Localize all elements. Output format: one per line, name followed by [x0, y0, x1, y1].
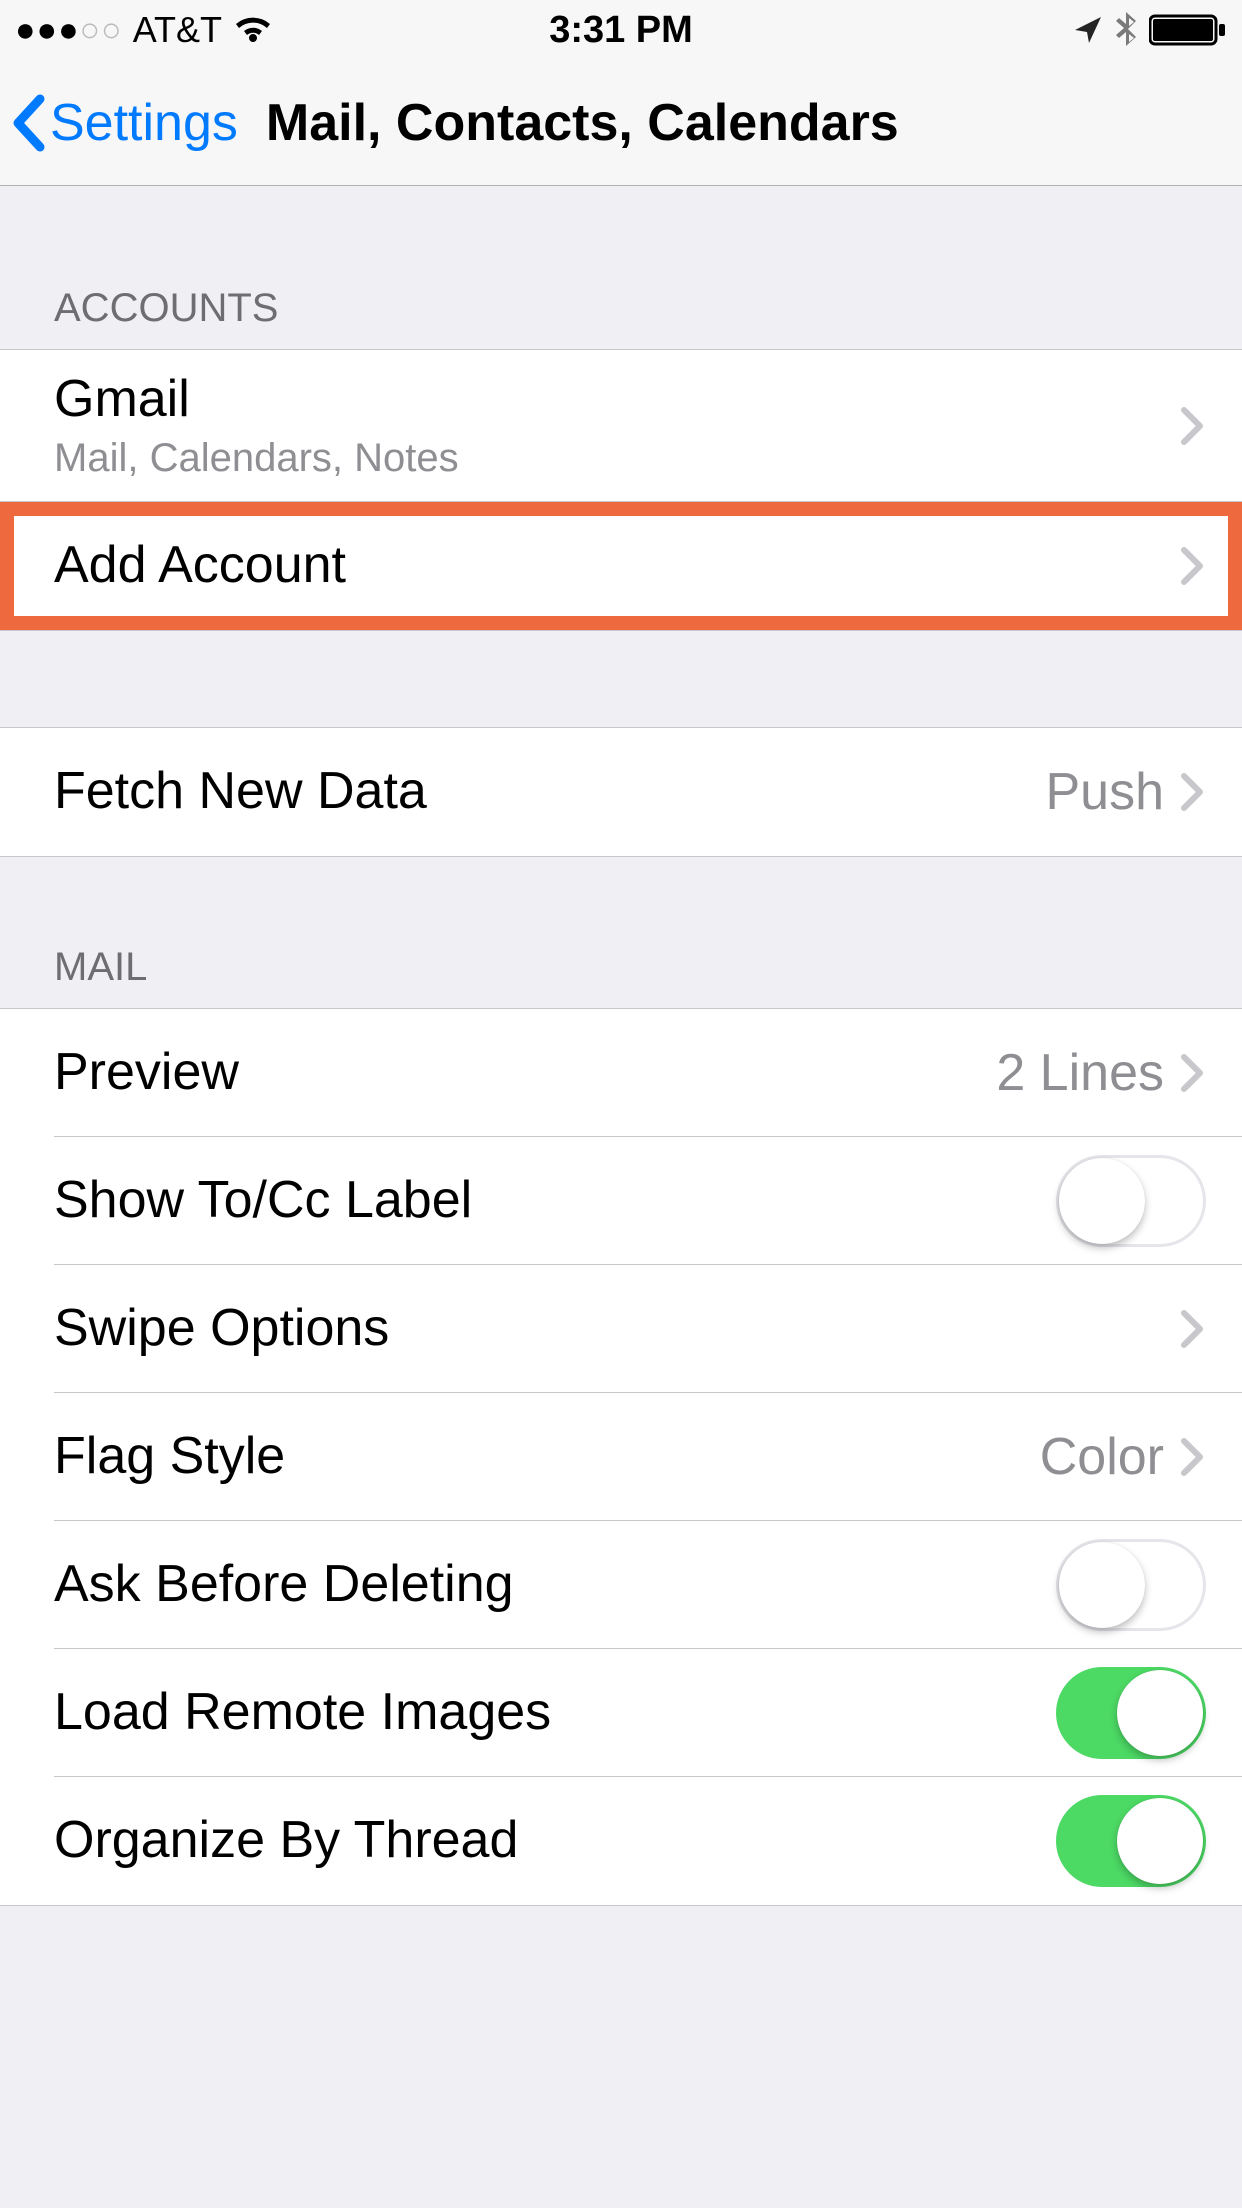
load-remote-images-toggle[interactable] [1056, 1667, 1206, 1759]
battery-icon [1149, 13, 1227, 47]
back-button[interactable]: Settings [8, 91, 238, 155]
swipe-options-label: Swipe Options [54, 1299, 1178, 1359]
status-bar: ●●●○○ AT&T 3:31 PM [0, 0, 1242, 60]
location-icon [1073, 15, 1103, 45]
bluetooth-icon [1115, 12, 1137, 48]
chevron-right-icon [1178, 1435, 1206, 1479]
fetch-new-data-row[interactable]: Fetch New Data Push [0, 728, 1242, 856]
mail-group: Preview 2 Lines Show To/Cc Label Swipe O… [0, 1008, 1242, 1906]
ask-before-deleting-label: Ask Before Deleting [54, 1555, 1056, 1615]
show-to-cc-toggle[interactable] [1056, 1155, 1206, 1247]
flag-style-row[interactable]: Flag Style Color [0, 1393, 1242, 1521]
show-to-cc-row: Show To/Cc Label [0, 1137, 1242, 1265]
account-subtitle: Mail, Calendars, Notes [54, 436, 1178, 481]
flag-style-value: Color [1040, 1427, 1164, 1487]
add-account-row[interactable]: Add Account [0, 502, 1242, 630]
chevron-right-icon [1178, 404, 1206, 448]
load-remote-images-row: Load Remote Images [0, 1649, 1242, 1777]
carrier-label: AT&T [133, 9, 222, 51]
swipe-options-row[interactable]: Swipe Options [0, 1265, 1242, 1393]
navigation-bar: Settings Mail, Contacts, Calendars [0, 60, 1242, 186]
ask-before-deleting-row: Ask Before Deleting [0, 1521, 1242, 1649]
wifi-icon [232, 14, 274, 46]
chevron-right-icon [1178, 544, 1206, 588]
signal-strength-icon: ●●●○○ [15, 11, 123, 50]
preview-row[interactable]: Preview 2 Lines [0, 1009, 1242, 1137]
section-header-accounts: Accounts [0, 186, 1242, 349]
fetch-value: Push [1045, 762, 1164, 822]
ask-before-deleting-toggle[interactable] [1056, 1539, 1206, 1631]
load-remote-images-label: Load Remote Images [54, 1683, 1056, 1743]
chevron-right-icon [1178, 770, 1206, 814]
account-row-gmail[interactable]: Gmail Mail, Calendars, Notes [0, 350, 1242, 502]
organize-by-thread-toggle[interactable] [1056, 1795, 1206, 1887]
clock-label: 3:31 PM [549, 9, 693, 52]
section-header-mail: Mail [0, 857, 1242, 1008]
page-title: Mail, Contacts, Calendars [266, 93, 899, 153]
flag-style-label: Flag Style [54, 1427, 1040, 1487]
chevron-right-icon [1178, 1051, 1206, 1095]
preview-value: 2 Lines [996, 1043, 1164, 1103]
preview-label: Preview [54, 1043, 996, 1103]
chevron-right-icon [1178, 1307, 1206, 1351]
chevron-left-icon [8, 91, 52, 155]
back-label: Settings [50, 93, 238, 153]
organize-by-thread-row: Organize By Thread [0, 1777, 1242, 1905]
fetch-group: Fetch New Data Push [0, 727, 1242, 857]
add-account-label: Add Account [54, 536, 1178, 596]
organize-by-thread-label: Organize By Thread [54, 1811, 1056, 1871]
account-title: Gmail [54, 370, 1178, 430]
show-to-cc-label: Show To/Cc Label [54, 1171, 1056, 1231]
fetch-label: Fetch New Data [54, 762, 1045, 822]
accounts-group: Gmail Mail, Calendars, Notes Add Account [0, 349, 1242, 631]
